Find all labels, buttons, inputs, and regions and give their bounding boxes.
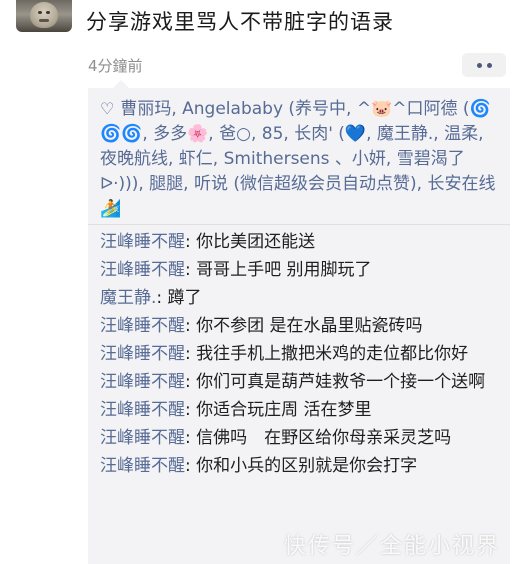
post-title: 分享游戏里骂人不带脏字的语录 bbox=[86, 10, 394, 34]
comment-author[interactable]: 汪峰睡不醒 bbox=[100, 316, 185, 336]
heart-icon: ♡ bbox=[100, 99, 115, 118]
likes-list: ♡ 曹丽玛, Angelababy (养号中, ^🐷^口阿德 (🌀🌀🌀, 多多🌸,… bbox=[100, 96, 502, 222]
comment-text: : 你们可真是葫芦娃救爷一个接一个送啊 bbox=[185, 372, 486, 392]
comment-text: : 蹲了 bbox=[156, 288, 202, 308]
comment-text: : 哥哥上手吧 别用脚玩了 bbox=[185, 260, 372, 280]
avatar-face bbox=[30, 2, 58, 28]
watermark: 快传号／全能小视界 bbox=[284, 534, 501, 559]
comment-text: : 信佛吗 在野区给你母亲采灵芝吗 bbox=[185, 428, 452, 448]
more-options-button[interactable] bbox=[462, 53, 506, 77]
post-timestamp: 4分鐘前 bbox=[88, 57, 143, 75]
comment-text: : 你比美团还能送 bbox=[185, 232, 316, 252]
comment-author[interactable]: 汪峰睡不醒 bbox=[100, 456, 185, 476]
user-avatar[interactable] bbox=[16, 0, 72, 32]
comment-text: : 你适合玩庄周 活在梦里 bbox=[185, 400, 372, 420]
comment-text: : 你不参团 是在水晶里贴瓷砖吗 bbox=[185, 316, 423, 336]
comments-list: 汪峰睡不醒: 你比美团还能送 汪峰睡不醒: 哥哥上手吧 别用脚玩了 魔王静.: … bbox=[100, 230, 502, 482]
comment-item[interactable]: 汪峰睡不醒: 哥哥上手吧 别用脚玩了 bbox=[100, 258, 502, 283]
comment-item[interactable]: 汪峰睡不醒: 你比美团还能送 bbox=[100, 230, 502, 255]
comment-item[interactable]: 汪峰睡不醒: 你和小兵的区别就是你会打字 bbox=[100, 454, 502, 479]
comment-item[interactable]: 汪峰睡不醒: 我往手机上撒把米鸡的走位都比你好 bbox=[100, 342, 502, 367]
comment-author[interactable]: 汪峰睡不醒 bbox=[100, 428, 185, 448]
comment-author[interactable]: 汪峰睡不醒 bbox=[100, 372, 185, 392]
comment-author[interactable]: 汪峰睡不醒 bbox=[100, 232, 185, 252]
comment-author[interactable]: 魔王静. bbox=[100, 288, 156, 308]
comment-author[interactable]: 汪峰睡不醒 bbox=[100, 400, 185, 420]
avatar-eye-left bbox=[38, 11, 42, 14]
comment-item[interactable]: 汪峰睡不醒: 信佛吗 在野区给你母亲采灵芝吗 bbox=[100, 426, 502, 451]
comment-item[interactable]: 魔王静.: 蹲了 bbox=[100, 286, 502, 311]
comment-author[interactable]: 汪峰睡不醒 bbox=[100, 260, 185, 280]
comment-author[interactable]: 汪峰睡不醒 bbox=[100, 344, 185, 364]
likes-comments-divider bbox=[88, 224, 510, 225]
likes-names[interactable]: 曹丽玛, Angelababy (养号中, ^🐷^口阿德 (🌀🌀🌀, 多多🌸, … bbox=[100, 99, 495, 219]
avatar-mouth bbox=[39, 19, 49, 22]
more-dot-icon bbox=[476, 62, 482, 68]
comment-item[interactable]: 汪峰睡不醒: 你们可真是葫芦娃救爷一个接一个送啊 bbox=[100, 370, 502, 395]
avatar-eye-right bbox=[46, 11, 50, 14]
more-dot-icon bbox=[486, 62, 492, 68]
comment-text: : 你和小兵的区别就是你会打字 bbox=[185, 456, 418, 476]
comment-text: : 我往手机上撒把米鸡的走位都比你好 bbox=[185, 344, 469, 364]
comment-item[interactable]: 汪峰睡不醒: 你不参团 是在水晶里贴瓷砖吗 bbox=[100, 314, 502, 339]
comment-item[interactable]: 汪峰睡不醒: 你适合玩庄周 活在梦里 bbox=[100, 398, 502, 423]
